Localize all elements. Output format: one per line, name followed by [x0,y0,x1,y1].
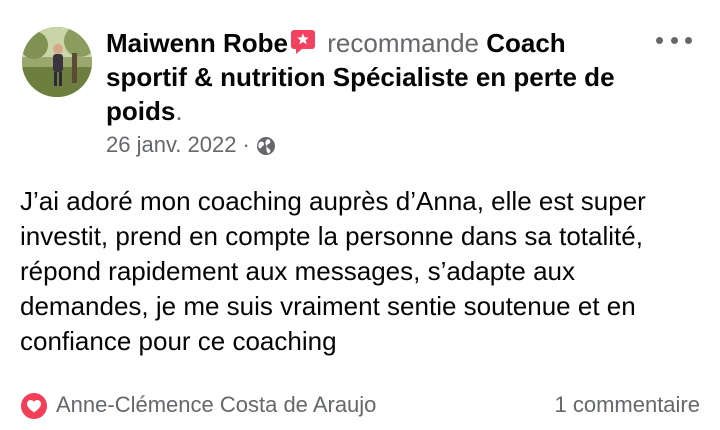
more-dot [656,36,663,44]
author-name[interactable]: Maiwenn Robe [106,28,288,58]
header-period: . [175,96,183,126]
recommendation-post: Maiwenn Robe recommande Coach sportif & … [0,0,720,430]
avatar[interactable] [22,27,92,97]
more-options-icon[interactable] [656,30,692,50]
reactor-name[interactable]: Anne-Clémence Costa de Araujo [56,392,376,418]
comments-count[interactable]: 1 commentaire [554,392,700,418]
post-header: Maiwenn Robe recommande Coach sportif & … [106,26,646,128]
globe-icon [256,135,276,155]
post-body: J’ai adoré mon coaching auprès d’Anna, e… [20,186,646,356]
avatar-photo [22,27,92,97]
recommends-label: recommande [327,28,479,58]
more-dot [670,36,678,44]
love-reaction-icon[interactable] [20,392,48,420]
meta-separator: · [242,132,250,157]
post-meta: 26 janv. 2022 · [106,131,276,159]
more-dot [685,36,692,44]
post-footer: Anne-Clémence Costa de Araujo 1 commenta… [20,390,700,420]
recommend-flag-icon [290,29,316,55]
post-date[interactable]: 26 janv. 2022 [106,131,236,159]
